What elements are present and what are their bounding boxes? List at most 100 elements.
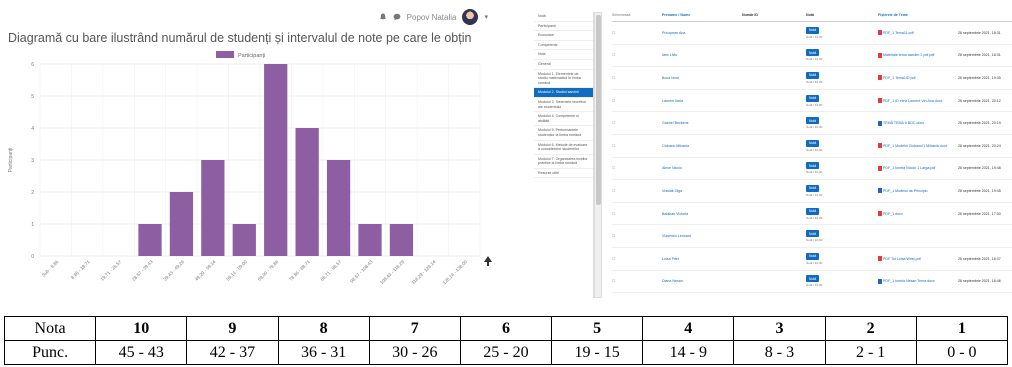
file-icon xyxy=(878,120,882,126)
nav-item[interactable]: Resurse utile xyxy=(534,169,593,179)
nav-item[interactable]: Ecusoane xyxy=(534,31,593,41)
file-icon xyxy=(878,165,882,171)
points-cell: 14 - 9 xyxy=(642,340,735,365)
nav-item[interactable]: Modulul 3. Sistemele teoretice ale stude… xyxy=(534,98,593,113)
select-checkbox[interactable]: ☐ xyxy=(612,212,662,216)
student-name-link[interactable]: Diana Nesan xyxy=(662,279,742,283)
file-name[interactable]: PDF_1 docx xyxy=(883,212,903,216)
file-icon xyxy=(878,75,882,81)
nav-item[interactable]: Notă xyxy=(534,12,593,22)
file-name[interactable]: PDF_1 ID elevi Laurent Vin.Ana.docx xyxy=(883,99,942,103)
grade-button[interactable]: Notă xyxy=(806,230,820,238)
nav-item[interactable]: Modulul 5. Performanțele studenților la … xyxy=(534,126,593,141)
download-arrow-icon[interactable] xyxy=(484,256,492,266)
grade-button[interactable]: Notă xyxy=(806,71,820,79)
file-name[interactable]: TEMĂ TEMA 6 BOC.docx xyxy=(883,121,924,125)
student-name-link[interactable]: Balaban Victoria xyxy=(662,212,742,216)
submission-file[interactable]: PDF_1 docx xyxy=(878,211,958,217)
file-name[interactable]: PDF_1 Modelul Ciobanu/1 Mihaela.docx xyxy=(883,144,947,148)
student-name-link[interactable]: Gabriel Beckens xyxy=(662,121,742,125)
select-checkbox[interactable]: ☐ xyxy=(612,31,662,35)
grade-button[interactable]: Notă xyxy=(806,275,820,283)
submission-file[interactable]: PDF_1 Ionela Nesan Tema.docx xyxy=(878,278,958,284)
nav-item[interactable]: Modulul 2. Studiul sarcinii xyxy=(534,88,593,98)
grade-button[interactable]: Notă xyxy=(806,117,820,125)
column-header[interactable]: Fișierele de Teme xyxy=(878,12,958,17)
file-name[interactable]: Materiale tema asedim 2 pdf.pdf xyxy=(883,53,934,57)
submission-file[interactable]: PDF_1 Tema1ID.pdf xyxy=(878,75,958,81)
select-checkbox[interactable]: ☐ xyxy=(612,76,662,80)
file-name[interactable]: PDF_1 Ioneta Nicolo 1 Larga.pdf xyxy=(883,166,935,170)
student-name-link[interactable]: Ciobanu Mihaela xyxy=(662,144,742,148)
nav-item[interactable]: Modulul 1. Elementele de studiu matemati… xyxy=(534,70,593,89)
grader-panel: Notă Participanți Ecusoane Competențe Note Ge… xyxy=(532,0,1012,300)
file-name[interactable]: PDF_1 Tema11.pdf xyxy=(883,31,914,35)
student-name-link[interactable]: Laurent Ilaria xyxy=(662,99,742,103)
student-name-link[interactable]: Pricopean Ana xyxy=(662,31,742,35)
scrollbar-thumb[interactable] xyxy=(596,15,601,205)
student-name-link[interactable]: Luisa Piter xyxy=(662,257,742,261)
grade-button[interactable]: Notă xyxy=(806,139,820,147)
nav-item[interactable]: Participanți xyxy=(534,22,593,32)
grade-sub-text: Notă / 10,00 xyxy=(806,79,823,84)
file-name[interactable]: PDF_1 Modelul de Principiu xyxy=(883,189,928,193)
column-header[interactable]: Număr ID xyxy=(742,12,778,17)
grade-button[interactable]: Notă xyxy=(806,207,820,215)
column-header[interactable]: Prenume / Nume xyxy=(662,12,742,17)
grade-button[interactable]: Notă xyxy=(806,162,820,170)
submission-date: 26 septembrie 2021, 18:46 xyxy=(958,279,1001,284)
submission-file[interactable]: PDF_1 Ioneta Nicolo 1 Larga.pdf xyxy=(878,165,958,171)
student-name-link[interactable]: Vlasiak Olga xyxy=(662,189,742,193)
y-tick-label: 0 xyxy=(31,254,34,260)
submissions-table: Selectează Prenume / Nume Număr ID Notă Fiși… xyxy=(612,12,1012,294)
column-header[interactable]: Selectează xyxy=(612,12,662,17)
select-checkbox[interactable]: ☐ xyxy=(612,121,662,125)
grade-button[interactable]: Notă xyxy=(806,252,820,260)
column-header[interactable]: Notă xyxy=(806,12,850,17)
submission-date: 26 septembrie 2021, 20:24 xyxy=(958,143,1001,148)
nav-item[interactable]: Modulul 7. Organizarea lecțiilor practic… xyxy=(534,155,593,169)
grade-button[interactable]: Notă xyxy=(806,184,820,192)
nav-item[interactable]: Modulul 4. Competențe și abilități xyxy=(534,112,593,127)
submission-file[interactable]: PDF Tot Luisa Wrist.pdf xyxy=(878,256,958,262)
submission-file[interactable]: Materiale tema asedim 2 pdf.pdf xyxy=(878,52,958,58)
select-checkbox[interactable]: ☐ xyxy=(612,99,662,103)
nav-item[interactable]: Competențe xyxy=(534,41,593,51)
nav-item[interactable]: General xyxy=(534,60,593,70)
nav-item[interactable]: Note xyxy=(534,50,593,60)
student-name-link[interactable]: Vlasenko Leonard xyxy=(662,234,742,238)
note-cell: 8 xyxy=(277,316,370,341)
select-checkbox[interactable]: ☐ xyxy=(612,257,662,261)
x-tick-label: Sub - 8,86 xyxy=(41,259,60,278)
file-name[interactable]: PDF_1 Ionela Nesan Tema.docx xyxy=(883,279,935,283)
student-name-link[interactable]: Ianc Liviu xyxy=(662,53,742,57)
submission-file[interactable]: TEMĂ TEMA 6 BOC.docx xyxy=(878,120,958,126)
submission-file[interactable]: PDF_1 ID elevi Laurent Vin.Ana.docx xyxy=(878,98,958,104)
submission-file[interactable]: PDF_1 Tema11.pdf xyxy=(878,30,958,36)
file-name[interactable]: PDF Tot Luisa Wrist.pdf xyxy=(883,257,921,261)
grade-button[interactable]: Notă xyxy=(806,26,820,34)
select-checkbox[interactable]: ☐ xyxy=(612,166,662,170)
student-name-link[interactable]: Boca Ionut xyxy=(662,76,742,80)
file-name[interactable]: PDF_1 Tema1ID.pdf xyxy=(883,76,916,80)
select-checkbox[interactable]: ☐ xyxy=(612,279,662,283)
select-checkbox[interactable]: ☐ xyxy=(612,189,662,193)
submission-file[interactable]: PDF_1 Modelul Ciobanu/1 Mihaela.docx xyxy=(878,143,958,149)
student-name-link[interactable]: Alexe Nicolo xyxy=(662,166,742,170)
column-header[interactable] xyxy=(850,12,878,13)
grade-button[interactable]: Notă xyxy=(806,49,820,57)
column-header[interactable] xyxy=(958,12,1012,13)
grade-button[interactable]: Notă xyxy=(806,94,820,102)
table-row: ☐ Boca Ionut Notă Notă / 10,00 PDF_1 Tema1ID… xyxy=(612,67,1012,90)
grade-sub-text: Notă / 10,00 xyxy=(806,192,823,197)
select-checkbox[interactable]: ☐ xyxy=(612,234,662,238)
submission-date: 26 septembrie 2021, 19:45 xyxy=(958,188,1001,193)
row-header-punc: Punc. xyxy=(3,340,97,365)
submission-file[interactable]: PDF_1 Modelul de Principiu xyxy=(878,188,958,194)
scrollbar[interactable] xyxy=(594,12,602,298)
nav-item[interactable]: Modulul 6. Metode de evaluare a cunoștin… xyxy=(534,141,593,155)
select-checkbox[interactable]: ☐ xyxy=(612,144,662,148)
column-header[interactable] xyxy=(778,12,806,13)
select-checkbox[interactable]: ☐ xyxy=(612,53,662,57)
note-cell: 1 xyxy=(915,316,1009,341)
